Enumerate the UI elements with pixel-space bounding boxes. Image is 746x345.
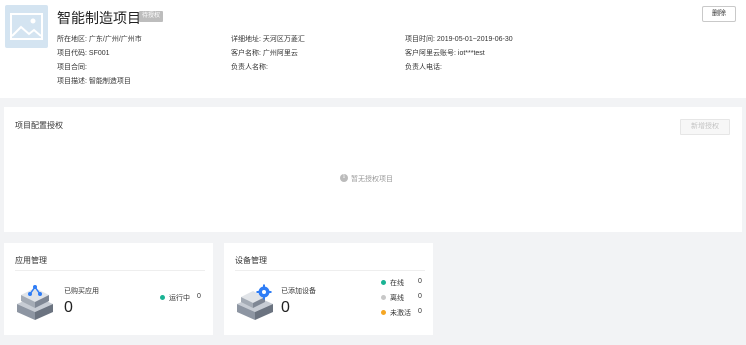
desc-value: 智能制造项目 <box>88 78 131 85</box>
time-value: 2019-05-01~2019-06-30 <box>436 36 513 43</box>
inactive-count: 0 <box>418 308 422 315</box>
phone-label: 负责人电话: <box>405 64 442 71</box>
device-management-card: 设备管理 已添加设备 0 在线 0 离线 0 未激活 0 <box>224 243 433 335</box>
running-count: 0 <box>197 293 201 300</box>
page-title: 智能制造项目 <box>57 10 141 26</box>
running-dot <box>160 295 165 300</box>
info-address: 详细地址: 天河区万菱汇 <box>231 34 305 44</box>
device-card-title: 设备管理 <box>235 256 267 265</box>
inactive-dot <box>381 310 386 315</box>
online-label: 在线 <box>390 280 404 287</box>
info-contract: 项目合同: <box>57 62 87 72</box>
account-value: iot***test <box>457 50 485 57</box>
address-label: 详细地址: <box>231 36 261 43</box>
info-region: 所在地区: 广东/广州/广州市 <box>57 34 142 44</box>
account-label: 客户阿里云账号: <box>405 50 456 57</box>
info-code: 项目代码: SF001 <box>57 48 110 58</box>
region-value: 广东/广州/广州市 <box>88 36 142 43</box>
empty-text: 暂无授权项目 <box>351 176 393 183</box>
added-devices-label: 已添加设备 <box>281 288 316 295</box>
purchased-apps-count: 0 <box>64 299 73 316</box>
purchased-apps-label: 已购买应用 <box>64 288 99 295</box>
code-value: SF001 <box>88 50 110 57</box>
app-card-title: 应用管理 <box>15 256 47 265</box>
empty-state: 暂无授权项目 <box>340 173 393 184</box>
info-owner: 负责人名称: <box>231 62 268 72</box>
offline-count: 0 <box>418 293 422 300</box>
info-description: 项目描述: 智能制造项目 <box>57 76 131 86</box>
online-count: 0 <box>418 278 422 285</box>
divider <box>235 270 425 271</box>
added-devices-count: 0 <box>281 299 290 316</box>
running-label: 运行中 <box>169 295 190 302</box>
time-label: 项目时间: <box>405 36 435 43</box>
offline-dot <box>381 295 386 300</box>
divider <box>15 270 205 271</box>
info-circle-icon <box>340 173 348 182</box>
app-cube-icon <box>15 284 55 324</box>
offline-status: 离线 0 <box>381 293 431 303</box>
contract-label: 项目合同: <box>57 64 87 71</box>
info-time: 项目时间: 2019-05-01~2019-06-30 <box>405 34 513 44</box>
image-placeholder-icon <box>5 5 48 48</box>
info-phone: 负责人电话: <box>405 62 442 72</box>
region-label: 所在地区: <box>57 36 87 43</box>
code-label: 项目代码: <box>57 50 87 57</box>
info-account: 客户阿里云账号: iot***test <box>405 48 485 58</box>
address-value: 天河区万菱汇 <box>262 36 305 43</box>
config-title: 项目配置授权 <box>15 121 63 130</box>
app-management-card: 应用管理 已购买应用 0 运行中 0 <box>4 243 213 335</box>
config-panel: 项目配置授权 新增授权 暂无授权项目 <box>4 107 742 232</box>
customer-value: 广州阿里云 <box>262 50 298 57</box>
project-header: 智能制造项目 待授权 删除 所在地区: 广东/广州/广州市 详细地址: 天河区万… <box>0 0 746 98</box>
offline-label: 离线 <box>390 295 404 302</box>
online-dot <box>381 280 386 285</box>
desc-label: 项目描述: <box>57 78 87 85</box>
customer-label: 客户名称: <box>231 50 261 57</box>
owner-label: 负责人名称: <box>231 64 268 71</box>
inactive-status: 未激活 0 <box>381 308 431 318</box>
status-badge: 待授权 <box>139 11 164 22</box>
add-authorization-button[interactable]: 新增授权 <box>680 119 730 135</box>
inactive-label: 未激活 <box>390 310 411 317</box>
online-status: 在线 0 <box>381 278 431 288</box>
delete-button[interactable]: 删除 <box>702 6 736 22</box>
device-gear-cube-icon <box>235 284 275 324</box>
info-customer: 客户名称: 广州阿里云 <box>231 48 298 58</box>
running-status: 运行中 0 <box>160 293 210 303</box>
